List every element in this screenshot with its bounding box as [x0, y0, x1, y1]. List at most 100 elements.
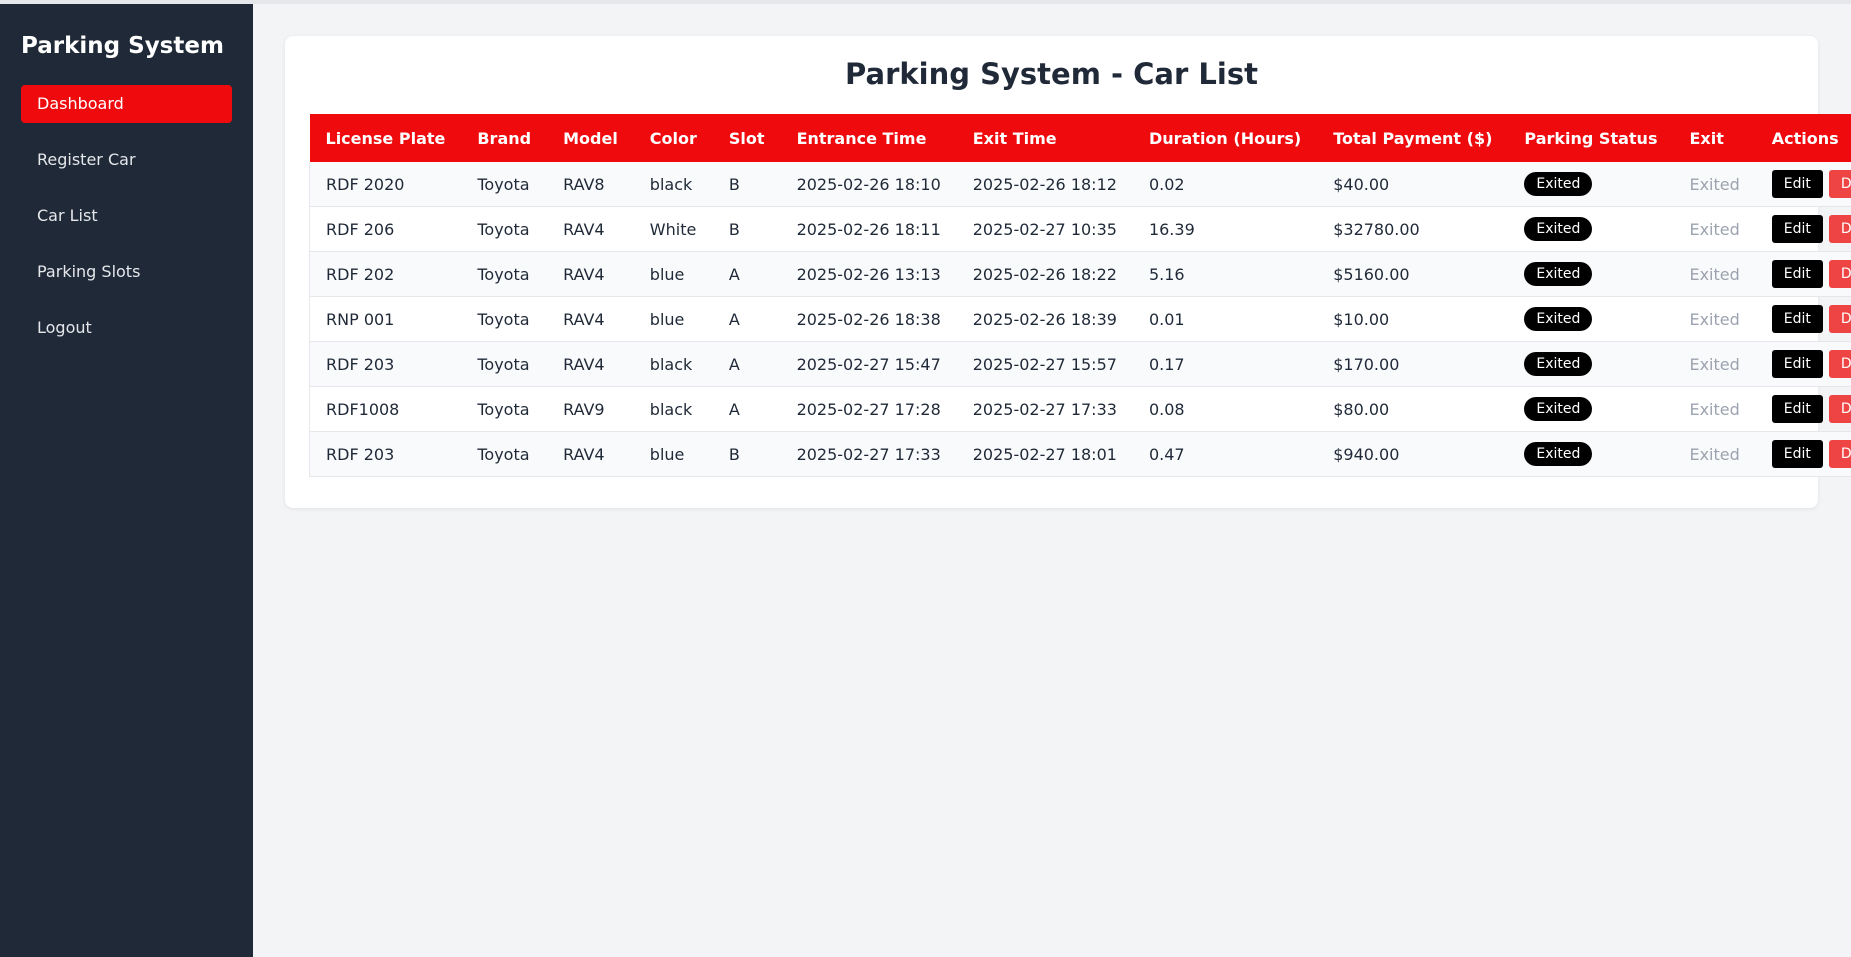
- sidebar-item-register-car[interactable]: Register Car: [21, 141, 232, 179]
- cell-duration: 0.02: [1132, 162, 1318, 207]
- exit-status-text: Exited: [1689, 444, 1740, 464]
- edit-button[interactable]: Edit: [1771, 350, 1823, 378]
- cell-model: RAV4: [547, 206, 634, 252]
- cell-exit-time: 2025-02-27 18:01: [956, 431, 1133, 477]
- cell-total-payment: $5160.00: [1317, 251, 1509, 297]
- cell-actions: EditDelete: [1755, 386, 1851, 432]
- column-header-parking-status: Parking Status: [1508, 114, 1674, 162]
- cell-parking-status: Exited: [1508, 431, 1674, 477]
- cell-model: RAV9: [547, 386, 634, 432]
- cell-model: RAV8: [547, 162, 634, 207]
- delete-button[interactable]: Delete: [1828, 440, 1851, 468]
- car-table: License Plate Brand Model Color Slot Ent…: [309, 114, 1851, 477]
- cell-brand: Toyota: [461, 386, 548, 432]
- edit-button[interactable]: Edit: [1771, 260, 1823, 288]
- status-badge: Exited: [1524, 352, 1593, 376]
- cell-actions: EditDelete: [1755, 431, 1851, 477]
- status-badge: Exited: [1524, 442, 1593, 466]
- edit-button[interactable]: Edit: [1771, 215, 1823, 243]
- delete-button[interactable]: Delete: [1828, 215, 1851, 243]
- column-header-exit-time: Exit Time: [956, 114, 1133, 162]
- cell-exit: Exited: [1673, 206, 1756, 252]
- cell-entrance-time: 2025-02-26 13:13: [780, 251, 957, 297]
- cell-duration: 5.16: [1132, 251, 1318, 297]
- exit-status-text: Exited: [1689, 399, 1740, 419]
- status-badge: Exited: [1524, 172, 1593, 196]
- column-header-license-plate: License Plate: [309, 114, 462, 162]
- table-row: RNP 001 Toyota RAV4 blue A 2025-02-26 18…: [309, 296, 1851, 342]
- cell-exit-time: 2025-02-27 15:57: [956, 341, 1133, 387]
- car-list-card: Parking System - Car List License Plate …: [285, 36, 1851, 508]
- sidebar-item-logout[interactable]: Logout: [21, 309, 232, 347]
- cell-model: RAV4: [547, 431, 634, 477]
- status-badge: Exited: [1524, 262, 1593, 286]
- table-row: RDF1008 Toyota RAV9 black A 2025-02-27 1…: [309, 386, 1851, 432]
- delete-button[interactable]: Delete: [1828, 170, 1851, 198]
- exit-status-text: Exited: [1689, 354, 1740, 374]
- cell-license-plate: RDF1008: [309, 386, 462, 432]
- column-header-model: Model: [547, 114, 634, 162]
- cell-brand: Toyota: [461, 431, 548, 477]
- sidebar-item-dashboard[interactable]: Dashboard: [21, 85, 232, 123]
- cell-actions: EditDelete: [1755, 341, 1851, 387]
- cell-exit-time: 2025-02-26 18:22: [956, 251, 1133, 297]
- column-header-slot: Slot: [712, 114, 781, 162]
- delete-button[interactable]: Delete: [1828, 350, 1851, 378]
- delete-button[interactable]: Delete: [1828, 260, 1851, 288]
- cell-entrance-time: 2025-02-27 17:28: [780, 386, 957, 432]
- cell-license-plate: RDF 203: [309, 341, 462, 387]
- cell-slot: B: [712, 162, 781, 207]
- table-row: RDF 203 Toyota RAV4 black A 2025-02-27 1…: [309, 341, 1851, 387]
- cell-model: RAV4: [547, 251, 634, 297]
- cell-total-payment: $80.00: [1317, 386, 1509, 432]
- edit-button[interactable]: Edit: [1771, 170, 1823, 198]
- cell-parking-status: Exited: [1508, 386, 1674, 432]
- column-header-color: Color: [633, 114, 713, 162]
- sidebar-item-parking-slots[interactable]: Parking Slots: [21, 253, 232, 291]
- cell-model: RAV4: [547, 296, 634, 342]
- cell-brand: Toyota: [461, 162, 548, 207]
- exit-status-text: Exited: [1689, 309, 1740, 329]
- cell-duration: 0.47: [1132, 431, 1318, 477]
- cell-total-payment: $940.00: [1317, 431, 1509, 477]
- table-row: RDF 203 Toyota RAV4 blue B 2025-02-27 17…: [309, 431, 1851, 477]
- cell-entrance-time: 2025-02-27 15:47: [780, 341, 957, 387]
- edit-button[interactable]: Edit: [1771, 305, 1823, 333]
- delete-button[interactable]: Delete: [1828, 395, 1851, 423]
- cell-exit-time: 2025-02-26 18:12: [956, 162, 1133, 207]
- table-body: RDF 2020 Toyota RAV8 black B 2025-02-26 …: [309, 162, 1851, 477]
- table-header-row: License Plate Brand Model Color Slot Ent…: [309, 114, 1851, 162]
- cell-slot: A: [712, 296, 781, 342]
- delete-button[interactable]: Delete: [1828, 305, 1851, 333]
- cell-entrance-time: 2025-02-26 18:11: [780, 206, 957, 252]
- cell-total-payment: $10.00: [1317, 296, 1509, 342]
- cell-exit: Exited: [1673, 431, 1756, 477]
- column-header-brand: Brand: [461, 114, 548, 162]
- column-header-entrance-time: Entrance Time: [780, 114, 957, 162]
- cell-color: blue: [633, 251, 713, 297]
- sidebar-item-car-list[interactable]: Car List: [21, 197, 232, 235]
- status-badge: Exited: [1524, 397, 1593, 421]
- cell-brand: Toyota: [461, 341, 548, 387]
- cell-brand: Toyota: [461, 206, 548, 252]
- cell-parking-status: Exited: [1508, 251, 1674, 297]
- cell-color: White: [633, 206, 713, 252]
- cell-exit-time: 2025-02-27 10:35: [956, 206, 1133, 252]
- cell-exit: Exited: [1673, 251, 1756, 297]
- cell-license-plate: RNP 001: [309, 296, 462, 342]
- exit-status-text: Exited: [1689, 219, 1740, 239]
- cell-exit: Exited: [1673, 162, 1756, 207]
- edit-button[interactable]: Edit: [1771, 440, 1823, 468]
- cell-license-plate: RDF 202: [309, 251, 462, 297]
- cell-total-payment: $170.00: [1317, 341, 1509, 387]
- top-border: [0, 0, 1851, 4]
- cell-duration: 16.39: [1132, 206, 1318, 252]
- cell-parking-status: Exited: [1508, 341, 1674, 387]
- cell-exit: Exited: [1673, 341, 1756, 387]
- cell-actions: EditDelete: [1755, 251, 1851, 297]
- cell-duration: 0.17: [1132, 341, 1318, 387]
- cell-exit: Exited: [1673, 296, 1756, 342]
- cell-actions: EditDelete: [1755, 296, 1851, 342]
- edit-button[interactable]: Edit: [1771, 395, 1823, 423]
- cell-exit-time: 2025-02-26 18:39: [956, 296, 1133, 342]
